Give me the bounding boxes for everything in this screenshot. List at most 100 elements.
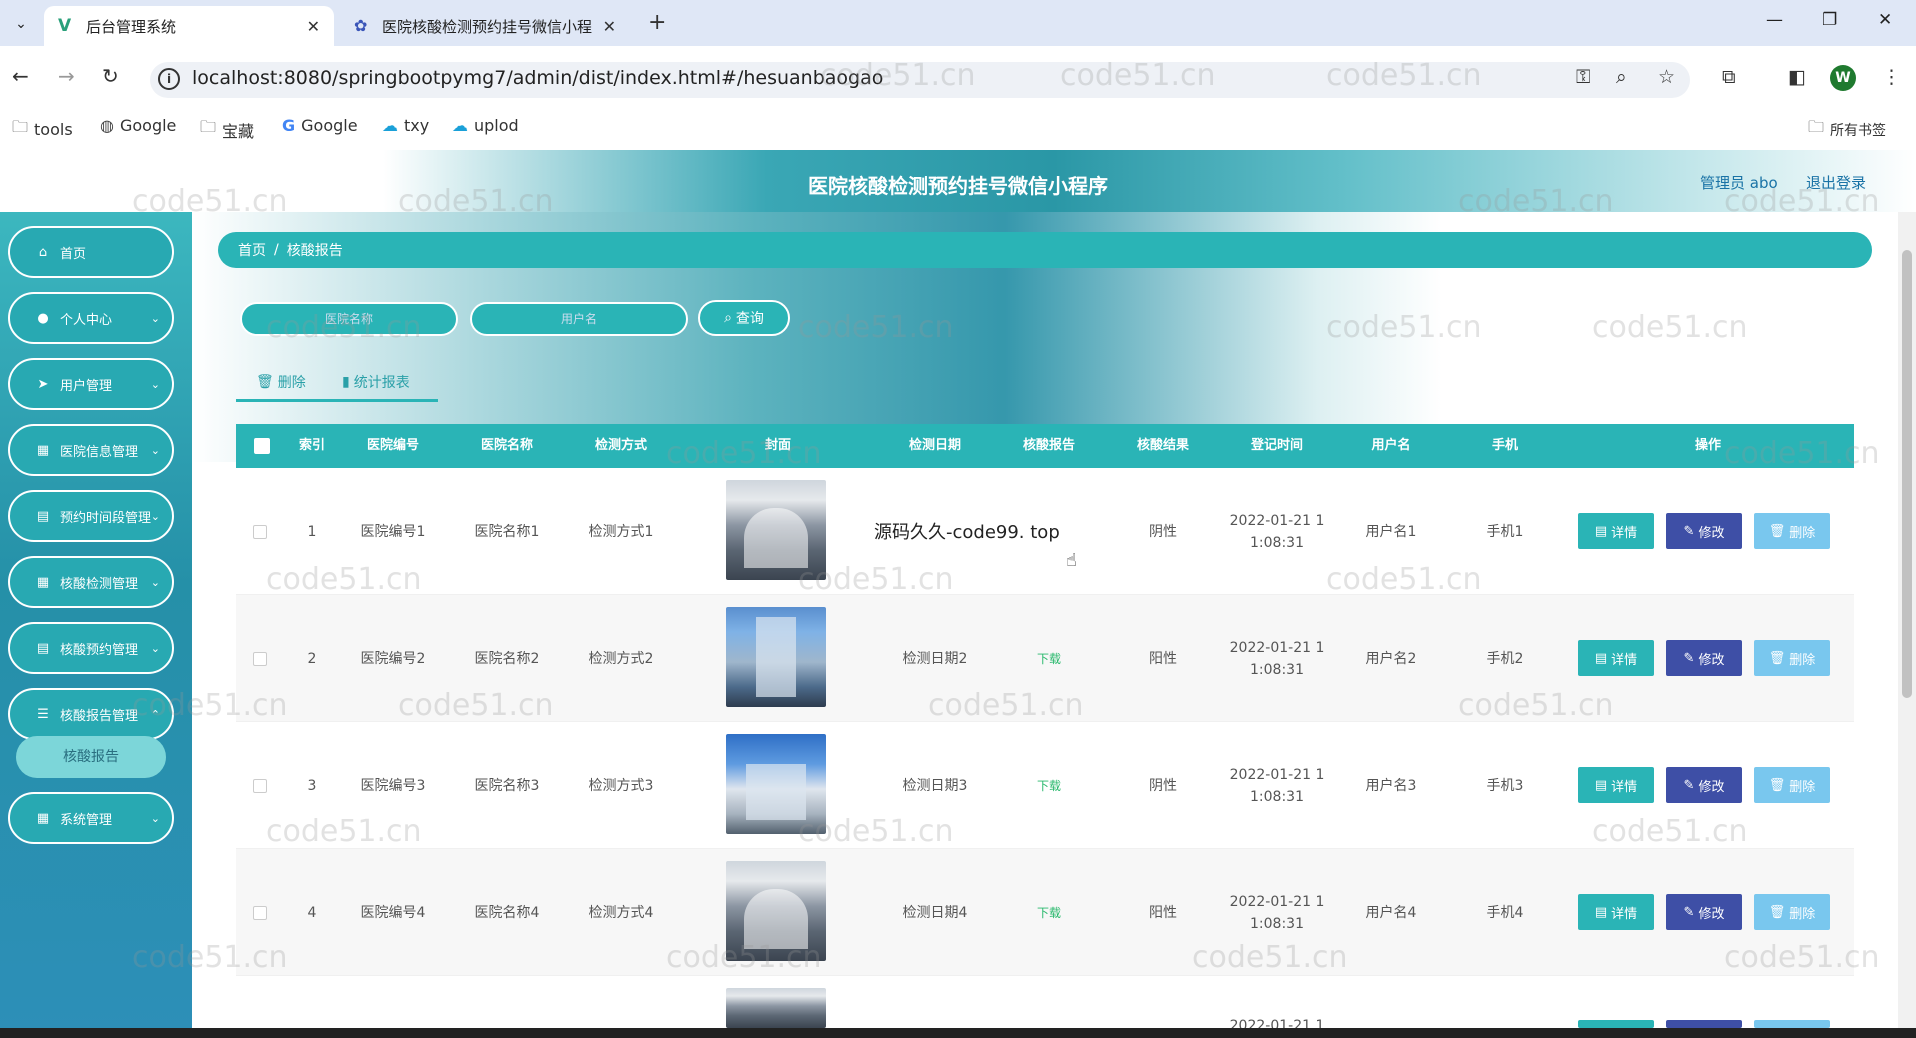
cell-method: 检测方式1 bbox=[588, 523, 654, 540]
download-link[interactable]: 下载 bbox=[992, 722, 1106, 849]
delete-button[interactable]: 🗑 删除 bbox=[1754, 640, 1830, 676]
reg-time: 1:08:31 bbox=[1250, 534, 1304, 551]
profile-avatar[interactable]: W bbox=[1830, 65, 1856, 91]
sidebar-item-report-management[interactable]: ☰ 核酸报告管理 ⌃ bbox=[8, 688, 174, 740]
cover-image bbox=[726, 734, 826, 834]
col-actions: 操作 bbox=[1694, 438, 1721, 453]
sidebar-item-appointment[interactable]: ▤ 核酸预约管理 ⌄ bbox=[8, 622, 174, 674]
detail-button[interactable]: ▤ 详情 bbox=[1578, 767, 1654, 803]
bookmark-uplod[interactable]: ☁ uplod bbox=[452, 116, 519, 135]
minimize-icon[interactable]: — bbox=[1766, 10, 1783, 30]
app-title: 医院核酸检测预约挂号微信小程序 bbox=[808, 174, 1108, 198]
scrollbar-thumb[interactable] bbox=[1902, 250, 1912, 698]
reload-icon[interactable]: ↻ bbox=[102, 64, 119, 88]
cover-image bbox=[726, 988, 826, 1028]
browser-tab-admin[interactable]: V 后台管理系统 ✕ bbox=[44, 6, 334, 46]
col-username: 用户名 bbox=[1371, 438, 1411, 453]
window-close-icon[interactable]: ✕ bbox=[1878, 10, 1892, 30]
download-link[interactable]: 下载 bbox=[992, 849, 1106, 976]
tab-search-chevron-icon[interactable]: ⌄ bbox=[8, 12, 34, 36]
edit-button[interactable]: ✎ 修改 bbox=[1666, 513, 1742, 549]
delete-button[interactable] bbox=[1754, 1020, 1830, 1028]
sidebar-item-system[interactable]: ▦ 系统管理 ⌄ bbox=[8, 792, 174, 844]
pencil-icon: ✎ bbox=[1683, 650, 1695, 666]
delete-button[interactable]: 🗑 删除 bbox=[1754, 894, 1830, 930]
browser-tab-miniapp[interactable]: ✿ 医院核酸检测预约挂号微信小程 ✕ bbox=[340, 6, 630, 46]
restore-icon[interactable]: ❐ bbox=[1822, 10, 1837, 30]
new-tab-button[interactable]: + bbox=[648, 10, 666, 35]
sidebar-item-test-management[interactable]: ▦ 核酸检测管理 ⌄ bbox=[8, 556, 174, 608]
delete-button[interactable]: 🗑 删除 bbox=[1754, 767, 1830, 803]
detail-button[interactable]: ▤ 详情 bbox=[1578, 894, 1654, 930]
edit-button[interactable]: ✎ 修改 bbox=[1666, 894, 1742, 930]
close-icon[interactable]: ✕ bbox=[603, 17, 616, 36]
trash-icon: 🗑 bbox=[1768, 523, 1786, 539]
row-checkbox[interactable] bbox=[253, 525, 267, 539]
pencil-icon: ✎ bbox=[1683, 904, 1695, 920]
username-search-input[interactable]: 用户名 bbox=[470, 302, 688, 336]
site-info-icon[interactable]: i bbox=[158, 68, 180, 90]
download-link[interactable]: 下载 bbox=[992, 595, 1106, 722]
batch-delete-button[interactable]: 🗑 删除 bbox=[256, 372, 306, 392]
bookmark-google[interactable]: ◍ Google bbox=[100, 116, 176, 135]
row-checkbox[interactable] bbox=[253, 906, 267, 920]
password-key-icon[interactable]: ⚿ bbox=[1576, 66, 1590, 88]
sidebar-item-home[interactable]: ⌂ 首页 bbox=[8, 226, 174, 278]
extensions-icon[interactable]: ⧉ bbox=[1722, 66, 1736, 88]
close-icon[interactable]: ✕ bbox=[307, 17, 320, 36]
forward-arrow-icon[interactable]: → bbox=[58, 64, 75, 88]
cell-hospital-name: 医院名称1 bbox=[474, 523, 540, 540]
bookmark-txy[interactable]: ☁ txy bbox=[382, 116, 429, 135]
all-bookmarks[interactable]: 🗀 所有书签 bbox=[1808, 116, 1886, 143]
send-icon: ➤ bbox=[37, 376, 49, 392]
delete-button[interactable]: 🗑 删除 bbox=[1754, 513, 1830, 549]
bookmark-tools[interactable]: 🗀 tools bbox=[12, 116, 73, 143]
cell-hospital-no: 医院编号2 bbox=[360, 650, 426, 667]
detail-button[interactable]: ▤ 详情 bbox=[1578, 640, 1654, 676]
cell-test-date: 检测日期3 bbox=[902, 777, 968, 794]
bookmark-star-icon[interactable]: ☆ bbox=[1658, 66, 1675, 88]
more-menu-icon[interactable]: ⋮ bbox=[1882, 66, 1901, 88]
bookmark-label: Google bbox=[301, 116, 358, 135]
sidebar-item-personal-center[interactable]: ● 个人中心 ⌄ bbox=[8, 292, 174, 344]
cell-index: 1 bbox=[307, 523, 317, 540]
search-button-label: 查询 bbox=[735, 311, 764, 327]
hand-cursor-icon: ☝ bbox=[1066, 550, 1077, 571]
hospital-name-search-input[interactable]: 医院名称 bbox=[240, 302, 458, 336]
edit-button[interactable] bbox=[1666, 1020, 1742, 1028]
back-arrow-icon[interactable]: ← bbox=[12, 64, 29, 88]
edit-label: 修改 bbox=[1698, 779, 1725, 795]
logout-link[interactable]: 退出登录 bbox=[1806, 172, 1866, 193]
edit-button[interactable]: ✎ 修改 bbox=[1666, 767, 1742, 803]
bookmark-label: txy bbox=[404, 116, 430, 135]
delete-label: 删除 bbox=[1789, 652, 1816, 668]
stats-report-button[interactable]: ▮ 统计报表 bbox=[342, 372, 410, 392]
col-cover: 封面 bbox=[764, 438, 791, 453]
row-checkbox[interactable] bbox=[253, 652, 267, 666]
cell-hospital-no: 医院编号3 bbox=[360, 777, 426, 794]
cell-index: 3 bbox=[307, 777, 317, 794]
search-button[interactable]: ⌕ 查询 bbox=[698, 300, 790, 336]
sidebar-subitem-report[interactable]: 核酸报告 bbox=[16, 736, 166, 778]
detail-button[interactable]: ▤ 详情 bbox=[1578, 513, 1654, 549]
sliders-icon: ☰ bbox=[37, 706, 49, 722]
bookmark-google-2[interactable]: G Google bbox=[282, 116, 358, 135]
detail-button[interactable] bbox=[1578, 1020, 1654, 1028]
cell-hospital-no: 医院编号1 bbox=[360, 523, 426, 540]
select-all-checkbox[interactable] bbox=[254, 438, 270, 454]
url-text[interactable]: localhost:8080/springbootpymg7/admin/dis… bbox=[192, 67, 883, 89]
row-checkbox[interactable] bbox=[253, 779, 267, 793]
zoom-icon[interactable]: ⌕ bbox=[1616, 66, 1627, 88]
sidebar-item-hospital-info[interactable]: ▦ 医院信息管理 ⌄ bbox=[8, 424, 174, 476]
side-panel-icon[interactable]: ◧ bbox=[1788, 66, 1806, 88]
breadcrumb-home[interactable]: 首页 bbox=[238, 240, 266, 260]
col-result: 核酸结果 bbox=[1136, 438, 1189, 453]
sidebar-item-label: 核酸报告管理 bbox=[60, 708, 139, 724]
edit-button[interactable]: ✎ 修改 bbox=[1666, 640, 1742, 676]
bookmark-treasure[interactable]: 🗀 宝藏 bbox=[200, 116, 254, 143]
cell-phone: 手机3 bbox=[1486, 777, 1524, 794]
sidebar-item-label: 核酸检测管理 bbox=[60, 576, 139, 592]
sidebar-item-user-management[interactable]: ➤ 用户管理 ⌄ bbox=[8, 358, 174, 410]
sidebar-item-time-slot[interactable]: ▤ 预约时间段管理 ⌄ bbox=[8, 490, 174, 542]
sidebar-item-label: 首页 bbox=[60, 246, 87, 262]
